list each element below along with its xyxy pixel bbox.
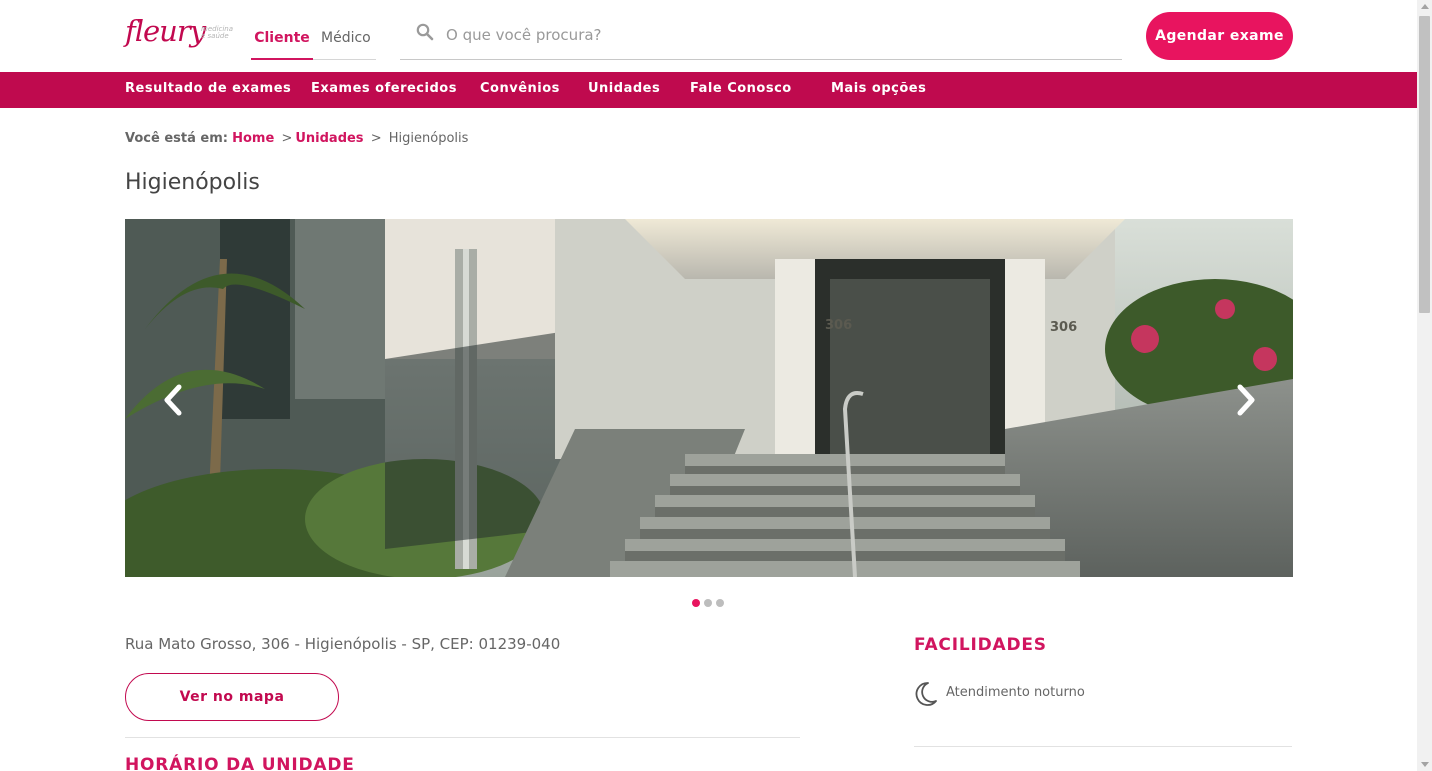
carousel-dot-2[interactable] xyxy=(704,599,712,607)
scrollbar-thumb[interactable] xyxy=(1419,16,1430,313)
unit-hours-heading: HORÁRIO DA UNIDADE xyxy=(125,755,355,771)
logo-wordmark: fleury xyxy=(125,14,206,48)
unit-photo-carousel[interactable]: 306 306 xyxy=(125,219,1293,577)
tab-medico[interactable]: Médico xyxy=(321,30,371,59)
facility-label: Atendimento noturno xyxy=(946,685,1085,700)
carousel-pagination xyxy=(692,599,724,607)
carousel-dot-1[interactable] xyxy=(692,599,700,607)
breadcrumb: Você está em: Home > Unidades > Higienópo… xyxy=(125,131,468,146)
section-divider xyxy=(914,746,1292,747)
facilities-heading: FACILIDADES xyxy=(914,635,1047,655)
nav-item-exames-oferecidos[interactable]: Exames oferecidos xyxy=(311,81,457,96)
unit-building-photo: 306 306 xyxy=(125,219,1293,577)
carousel-next-chevron-right-icon[interactable] xyxy=(1233,382,1259,418)
breadcrumb-current: Higienópolis xyxy=(388,131,469,146)
nav-item-convenios[interactable]: Convênios xyxy=(480,81,560,96)
view-on-map-button[interactable]: Ver no mapa xyxy=(125,673,339,721)
search-input[interactable] xyxy=(446,20,1106,50)
main-nav: Resultado de exames Exames oferecidos Co… xyxy=(0,72,1417,108)
svg-text:306: 306 xyxy=(1050,320,1077,335)
nav-item-resultado-de-exames[interactable]: Resultado de exames xyxy=(125,81,291,96)
carousel-prev-chevron-left-icon[interactable] xyxy=(160,382,186,418)
unit-address: Rua Mato Grosso, 306 - Higienópolis - SP… xyxy=(125,635,561,653)
search-bar xyxy=(400,12,1122,60)
moon-icon xyxy=(915,682,937,706)
tab-cliente[interactable]: Cliente xyxy=(251,30,313,60)
page-scrollbar[interactable] xyxy=(1417,0,1432,771)
nav-item-mais-opcoes[interactable]: Mais opções xyxy=(831,81,926,96)
breadcrumb-separator: > xyxy=(281,131,293,146)
nav-item-fale-conosco[interactable]: Fale Conosco xyxy=(690,81,792,96)
site-header: fleury medicina e saúde Cliente Médico A… xyxy=(0,0,1417,72)
search-icon[interactable] xyxy=(416,23,434,41)
page-title: Higienópolis xyxy=(125,170,260,195)
scroll-down-arrow-icon[interactable] xyxy=(1421,762,1429,767)
breadcrumb-prefix: Você está em: xyxy=(125,131,228,146)
carousel-dot-3[interactable] xyxy=(716,599,724,607)
breadcrumb-separator: > xyxy=(370,131,382,146)
fleury-logo[interactable]: fleury medicina e saúde xyxy=(125,14,235,54)
scroll-up-arrow-icon[interactable] xyxy=(1421,4,1429,9)
nav-item-unidades[interactable]: Unidades xyxy=(588,81,660,96)
breadcrumb-home-link[interactable]: Home xyxy=(232,131,274,146)
breadcrumb-unidades-link[interactable]: Unidades xyxy=(295,131,363,146)
schedule-exam-button[interactable]: Agendar exame xyxy=(1146,12,1293,60)
svg-text:306: 306 xyxy=(825,318,852,333)
section-divider xyxy=(125,737,800,738)
logo-tagline: medicina e saúde xyxy=(201,25,234,40)
audience-tabs: Cliente Médico xyxy=(251,18,376,60)
